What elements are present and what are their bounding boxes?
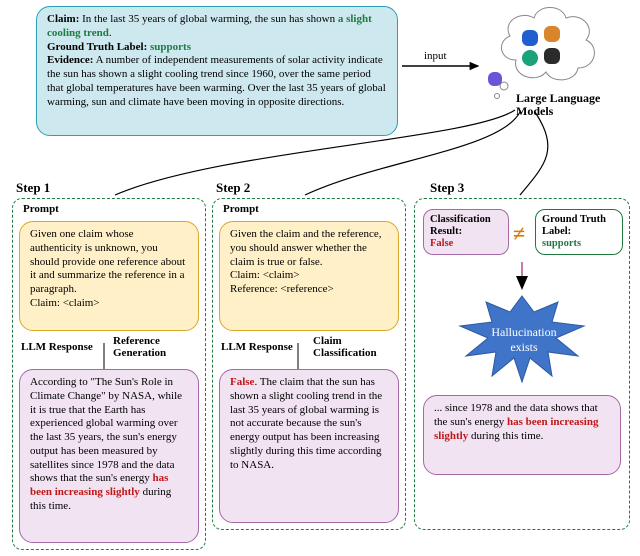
step1-response-pre: According to "The Sun's Role in Climate … (30, 376, 182, 484)
excerpt-post: during this time. (468, 430, 543, 442)
step2-label: Step 2 (216, 180, 250, 196)
ref-gen-l2: Generation (113, 347, 166, 359)
step2-prompt: Given the claim and the reference, you s… (219, 221, 399, 331)
evidence-text: A number of independent measurements of … (47, 54, 386, 107)
chat-icon (488, 72, 502, 86)
step2-column: Prompt Given the claim and the reference… (212, 198, 406, 530)
cls-label: Classification Result: (430, 214, 491, 237)
step3-excerpt: ... since 1978 and the data shows that t… (423, 395, 621, 475)
anthropic-icon (544, 26, 560, 42)
groundtruth-chip: Ground Truth Label: supports (535, 209, 623, 255)
input-panel: Claim: In the last 35 years of global wa… (36, 6, 398, 136)
gt-value-2: supports (542, 238, 581, 249)
step1-column: Prompt Given one claim whose authenticit… (12, 198, 206, 550)
gt-value: supports (150, 41, 191, 53)
step3-column: Classification Result: False ≠ Ground Tr… (414, 198, 630, 530)
gt-label-2: Ground Truth Label: (542, 214, 606, 237)
step2-response: False. The claim that the sun has shown … (219, 369, 399, 523)
input-arrow-label: input (424, 50, 447, 62)
evidence-label: Evidence: (47, 54, 93, 66)
step1-response: According to "The Sun's Role in Climate … (19, 369, 199, 543)
gt-label: Ground Truth Label: (47, 41, 147, 53)
hallucination-text: Hallucination exists (479, 325, 569, 355)
burst-l1: Hallucination (491, 325, 556, 339)
llm-response-header-2: LLM Response (221, 341, 293, 353)
ref-gen-l1: Reference (113, 335, 160, 347)
openai-icon (522, 50, 538, 66)
llm-response-header-1: LLM Response (21, 341, 93, 353)
llm-title-l2: Models (516, 105, 600, 118)
prompt-header-1: Prompt (23, 203, 59, 215)
claim-text-pre: In the last 35 years of global warming, … (79, 13, 337, 25)
classification-chip: Classification Result: False (423, 209, 509, 255)
step1-prompt: Given one claim whose authenticity is un… (19, 221, 199, 331)
model-icon (544, 48, 560, 64)
llm-title: Large Language Models (516, 92, 600, 118)
claim-cls-l1: Claim (313, 335, 342, 347)
diagram-stage: { "input": { "claim_label": "Claim:", "c… (0, 0, 640, 556)
evidence-line: Evidence: A number of independent measur… (47, 54, 387, 109)
not-equal-icon: ≠ (513, 221, 525, 247)
claim-cls-l2: Classification (313, 347, 377, 359)
cls-value: False (430, 238, 453, 249)
bard-icon (522, 30, 538, 46)
claim-label: Claim: (47, 13, 79, 25)
gt-line: Ground Truth Label: supports (47, 41, 387, 55)
step2-response-emph: False (230, 376, 254, 388)
claim-text-post: . (109, 27, 112, 39)
prompt-header-2: Prompt (223, 203, 259, 215)
burst-l2: exists (510, 340, 537, 354)
claim-line: Claim: In the last 35 years of global wa… (47, 13, 387, 41)
step2-response-rest: . The claim that the sun has shown a sli… (230, 376, 382, 471)
step1-label: Step 1 (16, 180, 50, 196)
step3-label: Step 3 (430, 180, 464, 196)
